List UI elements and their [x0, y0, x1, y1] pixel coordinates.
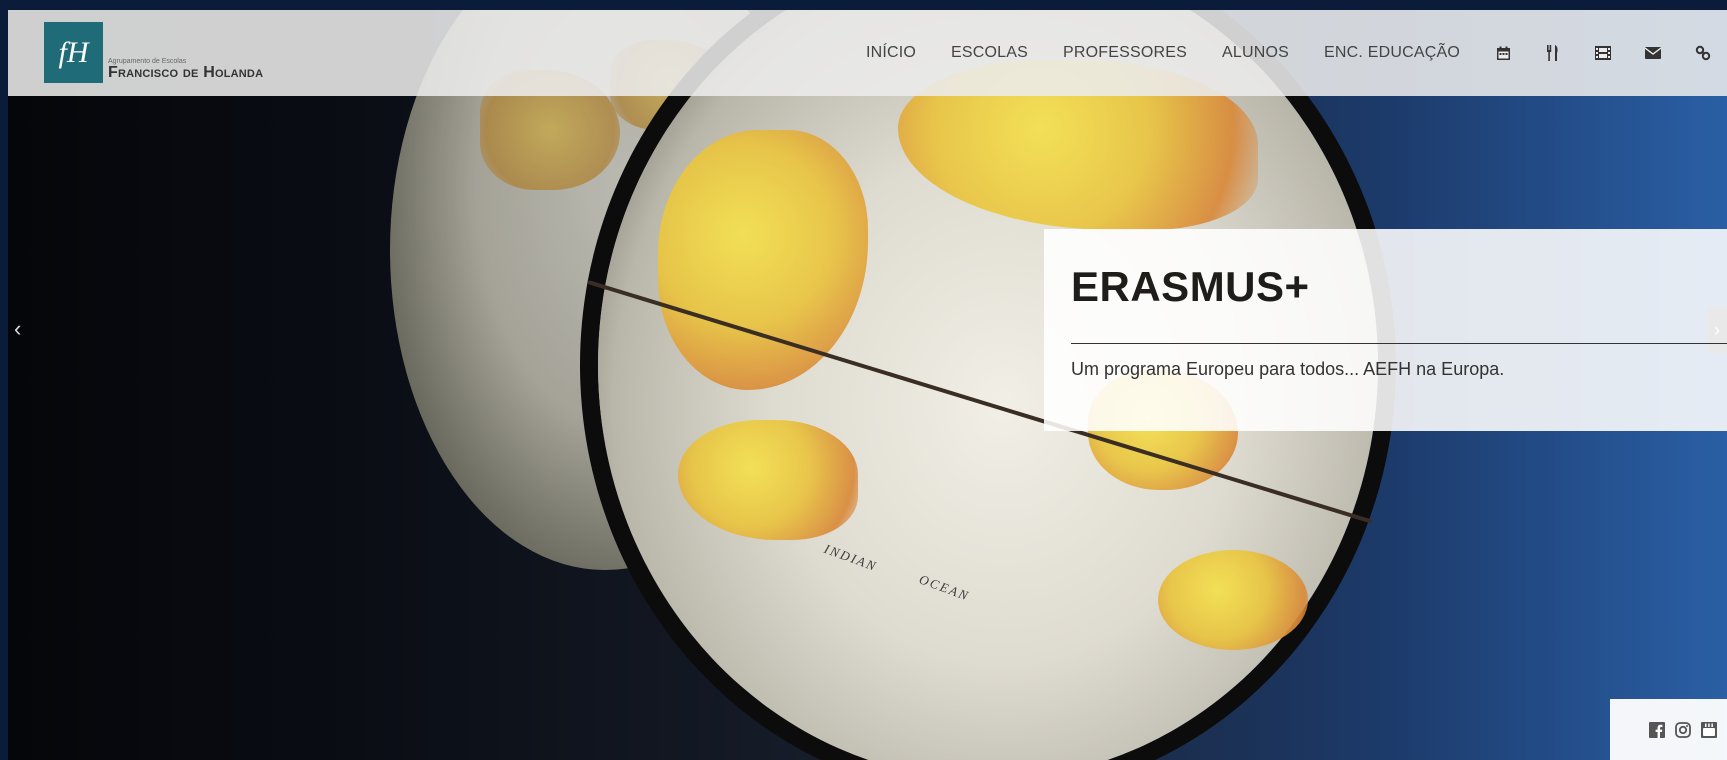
- logo-mark: fH: [44, 22, 103, 83]
- navbar: fH Agrupamento de Escolas Francisco de H…: [8, 10, 1727, 96]
- youtube-icon[interactable]: [1701, 721, 1717, 738]
- social-links: [1610, 699, 1727, 760]
- nav-escolas[interactable]: ESCOLAS: [951, 44, 1028, 62]
- facebook-icon[interactable]: [1649, 721, 1665, 738]
- slide-text: Um programa Europeu para todos... AEFH n…: [1071, 359, 1505, 379]
- cutlery-icon[interactable]: [1545, 45, 1561, 61]
- nav-professores[interactable]: PROFESSORES: [1063, 44, 1187, 62]
- nav-enc-educacao[interactable]: ENC. EDUCAÇÃO: [1324, 44, 1460, 62]
- link-icon[interactable]: [1695, 45, 1711, 61]
- ocean-label-1: INDIAN: [822, 541, 880, 575]
- site-logo[interactable]: fH Agrupamento de Escolas Francisco de H…: [44, 22, 263, 83]
- envelope-icon[interactable]: [1645, 45, 1661, 61]
- nav-inicio[interactable]: INÍCIO: [866, 44, 916, 62]
- calendar-icon[interactable]: [1495, 45, 1511, 61]
- main-nav: INÍCIO ESCOLAS PROFESSORES ALUNOS ENC. E…: [866, 10, 1727, 96]
- slide-caption: ERASMUS+ Um programa Europeu para todos.…: [1044, 229, 1727, 431]
- nav-alunos[interactable]: ALUNOS: [1222, 44, 1289, 62]
- ocean-label-2: OCEAN: [917, 571, 972, 604]
- caption-divider: [1071, 343, 1727, 344]
- logo-title: Francisco de Holanda: [108, 64, 264, 81]
- instagram-icon[interactable]: [1675, 721, 1691, 738]
- slide-title: ERASMUS+: [1071, 263, 1310, 310]
- carousel-prev-button[interactable]: ‹: [14, 316, 21, 342]
- film-icon[interactable]: [1595, 45, 1611, 61]
